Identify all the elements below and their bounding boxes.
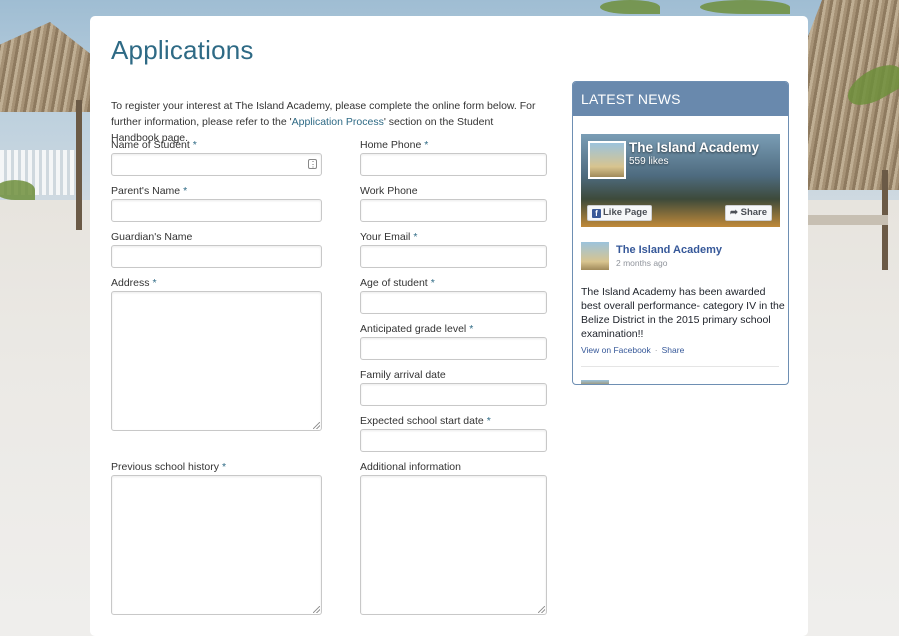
required-marker: * bbox=[486, 415, 491, 427]
required-marker: * bbox=[183, 185, 188, 197]
student-name-label-text: Name of Student bbox=[111, 139, 190, 151]
work-phone-input[interactable] bbox=[360, 199, 547, 222]
post-links: View on Facebook · Share bbox=[581, 345, 684, 355]
home-phone-input[interactable] bbox=[360, 153, 547, 176]
resize-handle-icon[interactable] bbox=[313, 606, 320, 613]
post-share-link[interactable]: Share bbox=[662, 345, 685, 355]
guardian-name-label: Guardian's Name bbox=[111, 231, 193, 243]
additional-info-label: Additional information bbox=[360, 461, 461, 473]
autofill-icon[interactable]: ⋮ bbox=[308, 159, 317, 169]
latest-news-widget: LATEST NEWS The Island Academy 559 likes… bbox=[572, 81, 789, 385]
grade-label: Anticipated grade level * bbox=[360, 323, 473, 335]
previous-history-label: Previous school history * bbox=[111, 461, 226, 473]
facebook-page-avatar[interactable] bbox=[588, 141, 626, 179]
additional-info-textarea[interactable] bbox=[360, 475, 547, 615]
arrival-date-label: Family arrival date bbox=[360, 369, 446, 381]
grade-input[interactable] bbox=[360, 337, 547, 360]
page-title: Applications bbox=[111, 35, 254, 65]
like-page-button[interactable]: f Like Page bbox=[587, 205, 653, 221]
email-input[interactable] bbox=[360, 245, 547, 268]
post-text: The Island Academy has been awarded best… bbox=[581, 286, 785, 340]
home-phone-label: Home Phone * bbox=[360, 139, 428, 151]
parent-name-label: Parent's Name * bbox=[111, 185, 187, 197]
student-name-label: Name of Student * bbox=[111, 139, 197, 151]
age-label-text: Age of student bbox=[360, 277, 428, 289]
age-input[interactable] bbox=[360, 291, 547, 314]
work-phone-label: Work Phone bbox=[360, 185, 418, 197]
required-marker: * bbox=[192, 139, 197, 151]
post-avatar[interactable] bbox=[581, 242, 609, 270]
start-date-input[interactable] bbox=[360, 429, 547, 452]
share-arrow-icon: ➦ bbox=[730, 207, 738, 218]
arrival-date-input[interactable] bbox=[360, 383, 547, 406]
facebook-page-card[interactable]: The Island Academy 559 likes f Like Page … bbox=[581, 134, 780, 227]
content-card: Applications To register your interest a… bbox=[90, 16, 808, 636]
post-divider bbox=[581, 366, 779, 367]
post-author[interactable]: The Island Academy bbox=[616, 244, 722, 256]
required-marker: * bbox=[430, 277, 435, 289]
required-marker: * bbox=[469, 323, 474, 335]
previous-history-textarea[interactable] bbox=[111, 475, 322, 615]
age-label: Age of student * bbox=[360, 277, 435, 289]
student-name-input[interactable]: ⋮ bbox=[111, 153, 322, 176]
start-date-label: Expected school start date * bbox=[360, 415, 491, 427]
guardian-name-input[interactable] bbox=[111, 245, 322, 268]
resize-handle-icon[interactable] bbox=[313, 422, 320, 429]
share-page-label: Share bbox=[740, 207, 768, 218]
grade-label-text: Anticipated grade level bbox=[360, 323, 467, 335]
parent-name-label-text: Parent's Name bbox=[111, 185, 181, 197]
start-date-label-text: Expected school start date bbox=[360, 415, 484, 427]
email-label: Your Email * bbox=[360, 231, 417, 243]
application-process-link[interactable]: Application Process bbox=[292, 116, 384, 128]
share-page-button[interactable]: ➦ Share bbox=[725, 205, 773, 221]
required-marker: * bbox=[152, 277, 157, 289]
required-marker: * bbox=[413, 231, 418, 243]
latest-news-heading: LATEST NEWS bbox=[573, 82, 788, 116]
facebook-page-name[interactable]: The Island Academy bbox=[629, 140, 759, 155]
facebook-icon: f bbox=[592, 209, 601, 218]
previous-history-label-text: Previous school history bbox=[111, 461, 219, 473]
parent-name-input[interactable] bbox=[111, 199, 322, 222]
resize-handle-icon[interactable] bbox=[538, 606, 545, 613]
like-page-label: Like Page bbox=[603, 207, 648, 218]
address-label-text: Address bbox=[111, 277, 150, 289]
email-label-text: Your Email bbox=[360, 231, 411, 243]
link-separator: · bbox=[654, 345, 658, 355]
required-marker: * bbox=[424, 139, 429, 151]
next-post-avatar bbox=[581, 380, 609, 384]
facebook-likes-count: 559 likes bbox=[629, 156, 669, 167]
view-on-facebook-link[interactable]: View on Facebook bbox=[581, 345, 651, 355]
required-marker: * bbox=[221, 461, 227, 473]
address-textarea[interactable] bbox=[111, 291, 322, 431]
home-phone-label-text: Home Phone bbox=[360, 139, 422, 151]
post-timestamp[interactable]: 2 months ago bbox=[616, 258, 668, 268]
address-label: Address * bbox=[111, 277, 157, 289]
